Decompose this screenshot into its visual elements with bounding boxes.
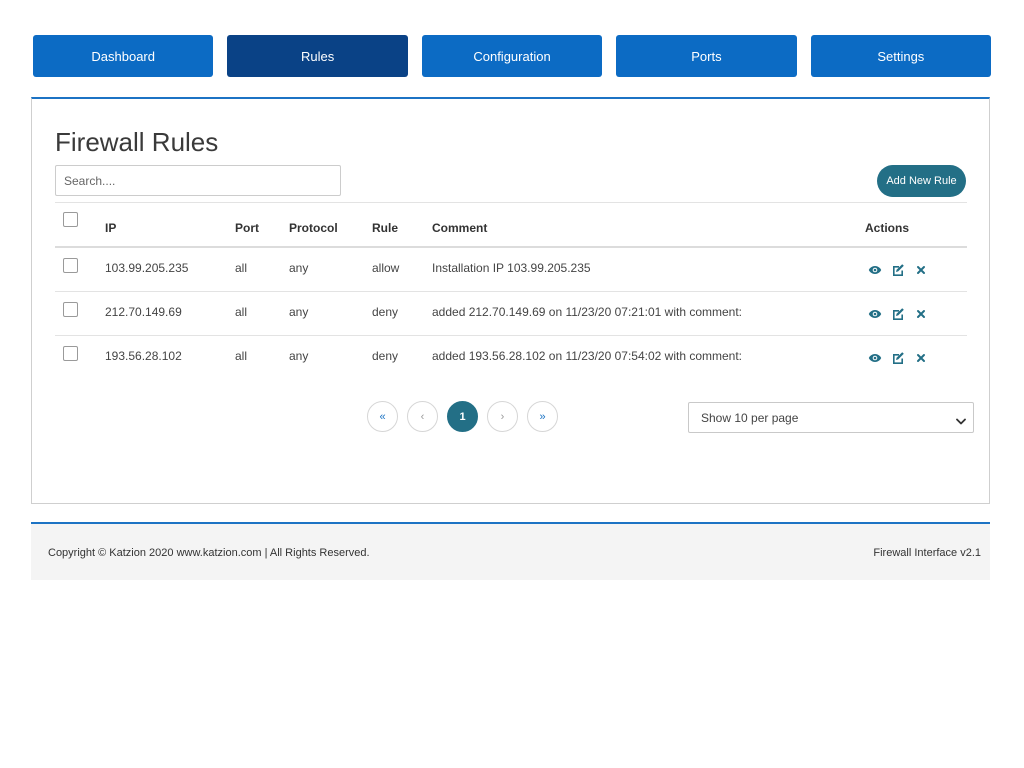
row-ip: 193.56.28.102 — [105, 349, 182, 363]
row-rule: allow — [372, 261, 400, 275]
row-actions — [868, 351, 928, 365]
row-actions — [868, 307, 928, 321]
table-row: 103.99.205.235 all any allow Installatio… — [55, 248, 967, 292]
row-comment: added 212.70.149.69 on 11/23/20 07:21:01… — [432, 305, 743, 319]
chevron-down-icon — [956, 413, 966, 431]
header-protocol: Protocol — [289, 221, 338, 235]
row-checkbox[interactable] — [63, 258, 78, 273]
select-all-checkbox[interactable] — [63, 212, 78, 227]
edit-icon[interactable] — [891, 307, 905, 321]
header-ip: IP — [105, 221, 117, 235]
header-actions: Actions — [865, 221, 910, 235]
first-page-button[interactable]: « — [367, 401, 398, 432]
select-all-cell — [63, 212, 78, 227]
row-select-cell — [63, 258, 78, 273]
main-nav: Dashboard Rules Configuration Ports Sett… — [33, 35, 992, 77]
nav-rules-button[interactable]: Rules — [227, 35, 408, 77]
nav-ports-button[interactable]: Ports — [616, 35, 797, 77]
edit-icon[interactable] — [891, 351, 905, 365]
next-page-button[interactable]: › — [487, 401, 518, 432]
header-port: Port — [235, 221, 259, 235]
page: Dashboard Rules Configuration Ports Sett… — [0, 0, 1024, 768]
row-actions — [868, 263, 928, 277]
prev-page-button[interactable]: ‹ — [407, 401, 438, 432]
eye-icon[interactable] — [868, 307, 882, 321]
close-icon[interactable] — [914, 263, 928, 277]
search-input[interactable] — [55, 165, 341, 196]
last-page-button[interactable]: » — [527, 401, 558, 432]
per-page-value: Show 10 per page — [701, 411, 799, 425]
row-port: all — [235, 305, 248, 319]
close-icon[interactable] — [914, 351, 928, 365]
row-comment: Installation IP 103.99.205.235 — [432, 261, 591, 275]
eye-icon[interactable] — [868, 351, 882, 365]
row-checkbox[interactable] — [63, 302, 78, 317]
row-rule: deny — [372, 305, 399, 319]
table-row: 193.56.28.102 all any deny added 193.56.… — [55, 336, 967, 379]
row-protocol: any — [289, 305, 309, 319]
row-port: all — [235, 261, 248, 275]
edit-icon[interactable] — [891, 263, 905, 277]
header-comment: Comment — [432, 221, 488, 235]
row-comment: added 193.56.28.102 on 11/23/20 07:54:02… — [432, 349, 743, 363]
row-protocol: any — [289, 349, 309, 363]
row-rule: deny — [372, 349, 399, 363]
nav-settings-button[interactable]: Settings — [810, 35, 992, 77]
nav-configuration-button[interactable]: Configuration — [421, 35, 603, 77]
rules-table: IP Port Protocol Rule Comment Actions 10… — [55, 202, 967, 379]
row-ip: 103.99.205.235 — [105, 261, 189, 275]
page-title: Firewall Rules — [55, 127, 219, 157]
footer: Copyright © Katzion 2020 www.katzion.com… — [31, 522, 990, 580]
header-rule: Rule — [372, 221, 399, 235]
row-port: all — [235, 349, 248, 363]
eye-icon[interactable] — [868, 263, 882, 277]
row-protocol: any — [289, 261, 309, 275]
footer-version: Firewall Interface v2.1 — [873, 547, 981, 559]
table-header: IP Port Protocol Rule Comment Actions — [55, 203, 967, 248]
row-select-cell — [63, 302, 78, 317]
rules-panel: Firewall Rules Add New Rule IP Port Prot… — [31, 97, 990, 504]
add-new-rule-button[interactable]: Add New Rule — [877, 165, 966, 197]
current-page-button[interactable]: 1 — [447, 401, 478, 432]
close-icon[interactable] — [914, 307, 928, 321]
nav-dashboard-button[interactable]: Dashboard — [33, 35, 214, 77]
per-page-select[interactable]: Show 10 per page — [688, 402, 974, 433]
table-row: 212.70.149.69 all any deny added 212.70.… — [55, 292, 967, 336]
pagination: « ‹ 1 › » — [367, 401, 558, 432]
row-select-cell — [63, 346, 78, 361]
footer-copyright: Copyright © Katzion 2020 www.katzion.com… — [48, 547, 370, 559]
row-ip: 212.70.149.69 — [105, 305, 182, 319]
row-checkbox[interactable] — [63, 346, 78, 361]
